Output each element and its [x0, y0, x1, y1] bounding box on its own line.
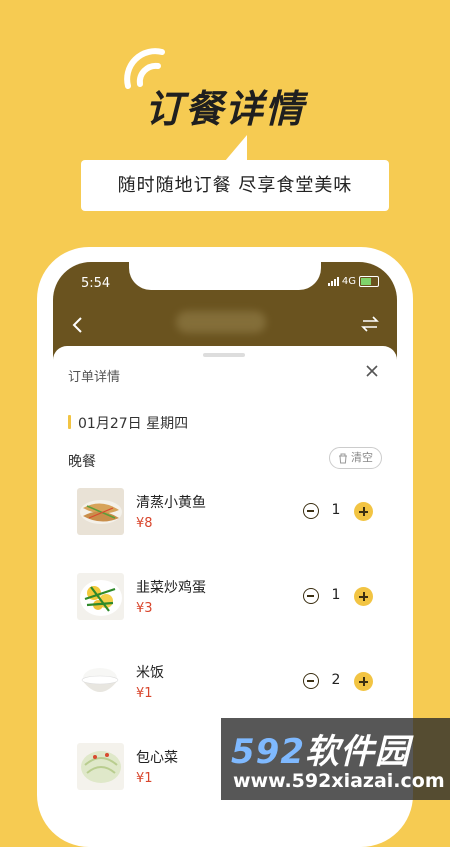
watermark-url: www.592xiazai.com — [233, 770, 445, 792]
battery-icon — [359, 276, 379, 287]
item-price: ¥1 — [136, 771, 153, 786]
steamed-fish-photo — [77, 488, 124, 535]
status-indicators: 4G — [327, 276, 379, 287]
clear-button[interactable]: 清空 — [329, 447, 382, 469]
bubble-tail — [225, 135, 247, 161]
cabbage-photo — [77, 743, 124, 790]
decrease-button[interactable] — [303, 588, 319, 604]
item-name: 包心菜 — [136, 750, 178, 766]
order-item: 清蒸小黄鱼 ¥8 1 — [53, 488, 397, 558]
item-name: 米饭 — [136, 665, 164, 681]
swap-icon[interactable] — [361, 315, 379, 333]
clear-label: 清空 — [351, 451, 373, 464]
signal-icon — [327, 277, 339, 286]
sheet-drag-handle[interactable] — [203, 353, 245, 357]
sheet-title: 订单详情 — [68, 370, 121, 385]
site-watermark: 592软件园 www.592xiazai.com — [221, 718, 450, 800]
increase-button[interactable] — [354, 587, 373, 606]
watermark-brand-text: 软件园 — [304, 732, 410, 772]
hero-subtitle: 随时随地订餐 尽享食堂美味 — [81, 160, 389, 211]
meal-label: 晚餐 — [68, 454, 96, 470]
chive-egg-photo — [77, 573, 124, 620]
phone-notch — [129, 262, 321, 290]
item-name: 韭菜炒鸡蛋 — [136, 580, 206, 596]
watermark-brand: 592软件园 — [231, 724, 410, 773]
network-label: 4G — [341, 276, 356, 287]
order-date: 01月27日 星期四 — [78, 416, 189, 432]
increase-button[interactable] — [354, 502, 373, 521]
item-name: 清蒸小黄鱼 — [136, 495, 206, 511]
order-item: 韭菜炒鸡蛋 ¥3 1 — [53, 573, 397, 643]
rice-photo — [77, 658, 124, 705]
item-quantity: 1 — [331, 587, 341, 603]
increase-button[interactable] — [354, 672, 373, 691]
decrease-button[interactable] — [303, 503, 319, 519]
trash-icon — [339, 453, 347, 463]
decrease-button[interactable] — [303, 673, 319, 689]
hero-title: 订餐详情 — [144, 87, 305, 131]
status-time: 5:54 — [81, 276, 111, 291]
item-price: ¥3 — [136, 601, 153, 616]
item-price: ¥8 — [136, 516, 153, 531]
item-price: ¥1 — [136, 686, 153, 701]
item-quantity: 2 — [331, 672, 341, 688]
watermark-brand-number: 592 — [231, 732, 305, 772]
date-accent-bar — [68, 415, 71, 429]
blurred-page-title — [176, 311, 266, 333]
close-icon[interactable] — [365, 364, 379, 378]
item-quantity: 1 — [331, 502, 341, 518]
back-arrow-icon[interactable] — [69, 316, 87, 334]
